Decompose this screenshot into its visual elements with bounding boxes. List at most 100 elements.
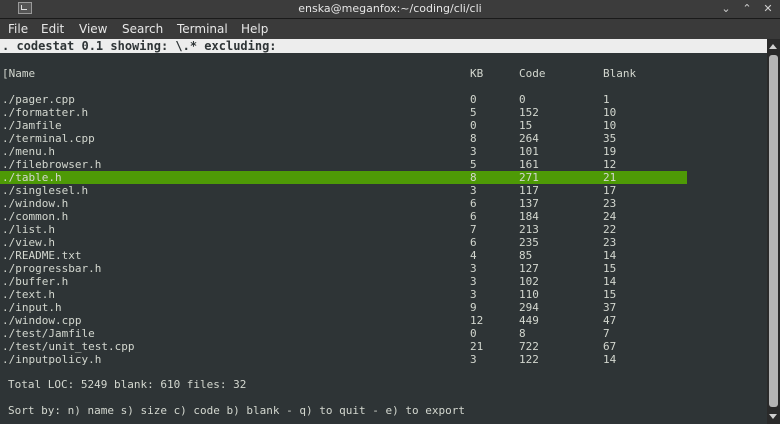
table-row[interactable]: ./progressbar.h 3 127 15	[0, 262, 687, 275]
table-row-selected[interactable]: ./table.h 8 271 21	[0, 171, 687, 184]
code-cell: 85	[519, 249, 533, 262]
minimize-button[interactable]: ⌄	[720, 3, 732, 15]
kb-cell: 3	[470, 184, 477, 197]
file-name-cell: ./inputpolicy.h	[2, 353, 102, 366]
header-blank[interactable]: Blank	[603, 67, 636, 80]
blank-cell: 24	[603, 210, 617, 223]
kb-cell: 0	[470, 327, 477, 340]
blank-cell: 14	[603, 249, 617, 262]
table-row[interactable]: ./window.h 6 137 23	[0, 197, 687, 210]
kb-cell: 12	[470, 314, 484, 327]
code-cell: 271	[519, 171, 539, 184]
file-name-cell: ./menu.h	[2, 145, 55, 158]
file-name-cell: ./README.txt	[2, 249, 82, 262]
close-button[interactable]: ✕	[762, 3, 774, 15]
code-cell: 213	[519, 223, 539, 236]
menu-help[interactable]: Help	[241, 22, 268, 36]
code-cell: 264	[519, 132, 539, 145]
scrollbar[interactable]	[767, 39, 780, 424]
kb-cell: 3	[470, 353, 477, 366]
window-title: enska@meganfox:~/coding/cli/cli	[298, 2, 482, 15]
header-name[interactable]: [Name	[2, 67, 35, 80]
file-name-cell: ./view.h	[2, 236, 55, 249]
menu-view[interactable]: View	[79, 22, 107, 36]
blank-cell: 10	[603, 119, 617, 132]
menu-search[interactable]: Search	[122, 22, 163, 36]
menubar: File Edit View Search Terminal Help	[0, 19, 780, 39]
blank-cell: 23	[603, 197, 617, 210]
kb-cell: 6	[470, 210, 477, 223]
blank-cell: 17	[603, 184, 617, 197]
sort-help-line: Sort by: n) name s) size c) code b) blan…	[8, 404, 465, 417]
file-name-cell: ./terminal.cpp	[2, 132, 95, 145]
kb-cell: 8	[470, 171, 477, 184]
table-row[interactable]: ./test/Jamfile 0 8 7	[0, 327, 687, 340]
table-row[interactable]: ./list.h 7 213 22	[0, 223, 687, 236]
file-name-cell: ./singlesel.h	[2, 184, 89, 197]
blank-cell: 1	[603, 93, 610, 106]
table-row[interactable]: ./terminal.cpp 8 264 35	[0, 132, 687, 145]
table-row[interactable]: ./text.h 3 110 15	[0, 288, 687, 301]
blank-cell: 67	[603, 340, 617, 353]
window-titlebar[interactable]: enska@meganfox:~/coding/cli/cli ⌄ ⌃ ✕	[0, 0, 780, 19]
table-row[interactable]: ./input.h 9 294 37	[0, 301, 687, 314]
blank-cell: 19	[603, 145, 617, 158]
kb-cell: 21	[470, 340, 484, 353]
menu-edit[interactable]: Edit	[41, 22, 64, 36]
table-row[interactable]: ./Jamfile 0 15 10	[0, 119, 687, 132]
blank-cell: 23	[603, 236, 617, 249]
terminal-area[interactable]: . codestat 0.1 showing: \.* excluding: […	[0, 39, 767, 424]
kb-cell: 5	[470, 158, 477, 171]
blank-cell: 14	[603, 275, 617, 288]
table-row[interactable]: ./filebrowser.h 5 161 12	[0, 158, 687, 171]
header-code[interactable]: Code	[519, 67, 546, 80]
file-name-cell: ./progressbar.h	[2, 262, 102, 275]
kb-cell: 3	[470, 275, 477, 288]
code-cell: 117	[519, 184, 539, 197]
code-cell: 110	[519, 288, 539, 301]
table-row[interactable]: ./view.h 6 235 23	[0, 236, 687, 249]
menu-file[interactable]: File	[8, 22, 28, 36]
table-row[interactable]: ./menu.h 3 101 19	[0, 145, 687, 158]
file-name-cell: ./table.h	[2, 171, 62, 184]
menu-terminal[interactable]: Terminal	[177, 22, 228, 36]
file-name-cell: ./test/unit_test.cpp	[2, 340, 135, 353]
kb-cell: 5	[470, 106, 477, 119]
blank-cell: 35	[603, 132, 617, 145]
kb-cell: 3	[470, 262, 477, 275]
scroll-up-arrow-icon[interactable]	[769, 44, 777, 49]
file-name-cell: ./pager.cpp	[2, 93, 75, 106]
table-row[interactable]: ./pager.cpp 0 0 1	[0, 93, 687, 106]
blank-cell: 10	[603, 106, 617, 119]
code-cell: 161	[519, 158, 539, 171]
code-cell: 101	[519, 145, 539, 158]
table-row[interactable]: ./README.txt 4 85 14	[0, 249, 687, 262]
kb-cell: 6	[470, 197, 477, 210]
table-row[interactable]: ./window.cpp 12 449 47	[0, 314, 687, 327]
table-row[interactable]: ./common.h 6 184 24	[0, 210, 687, 223]
header-kb[interactable]: KB	[470, 67, 483, 80]
code-cell: 0	[519, 93, 526, 106]
code-cell: 184	[519, 210, 539, 223]
table-row[interactable]: ./buffer.h 3 102 14	[0, 275, 687, 288]
table-row[interactable]: ./test/unit_test.cpp 21 722 67	[0, 340, 687, 353]
file-name-cell: ./filebrowser.h	[2, 158, 102, 171]
file-name-cell: ./text.h	[2, 288, 55, 301]
code-cell: 137	[519, 197, 539, 210]
blank-cell: 7	[603, 327, 610, 340]
maximize-button[interactable]: ⌃	[741, 3, 753, 15]
scroll-down-arrow-icon[interactable]	[769, 414, 777, 419]
status-text: . codestat 0.1 showing: \.* excluding:	[2, 39, 277, 53]
codestat-status-bar: . codestat 0.1 showing: \.* excluding:	[0, 39, 767, 53]
code-cell: 102	[519, 275, 539, 288]
code-cell: 449	[519, 314, 539, 327]
table-row[interactable]: ./singlesel.h 3 117 17	[0, 184, 687, 197]
kb-cell: 6	[470, 236, 477, 249]
table-row[interactable]: ./formatter.h 5 152 10	[0, 106, 687, 119]
file-name-cell: ./formatter.h	[2, 106, 89, 119]
table-row[interactable]: ./inputpolicy.h 3 122 14	[0, 353, 687, 366]
kb-cell: 4	[470, 249, 477, 262]
code-cell: 722	[519, 340, 539, 353]
blank-cell: 15	[603, 288, 617, 301]
scrollbar-thumb[interactable]	[769, 55, 778, 407]
